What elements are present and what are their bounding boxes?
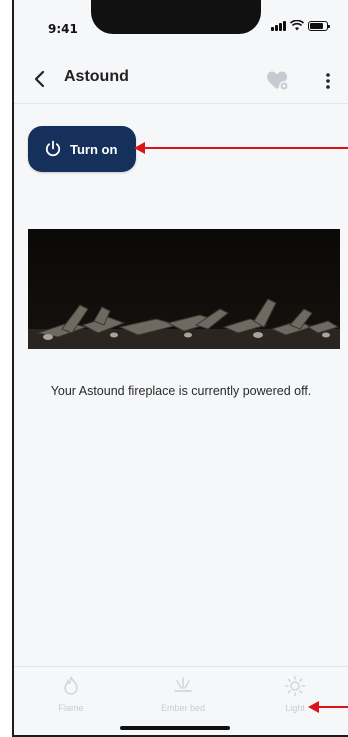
turn-on-label: Turn on	[70, 141, 118, 157]
tab-ember-bed-label: Ember bed	[160, 703, 206, 713]
chevron-left-icon[interactable]	[32, 68, 48, 90]
power-status-message: Your Astound fireplace is currently powe…	[50, 384, 312, 398]
turn-on-button[interactable]: Turn on	[28, 126, 136, 172]
ember-bed-icon	[174, 677, 192, 692]
annotation-arrow-light	[308, 701, 348, 713]
tab-flame[interactable]: Flame	[26, 675, 116, 713]
sun-icon	[284, 675, 306, 697]
fireplace-logs-image	[28, 229, 340, 349]
power-icon	[45, 140, 61, 157]
notch	[91, 0, 261, 34]
fireplace-logs-graphic	[28, 229, 340, 349]
page-title: Astound	[64, 68, 129, 85]
status-icons	[271, 20, 330, 31]
heart-settings-icon[interactable]	[266, 70, 290, 92]
wifi-icon	[290, 20, 304, 31]
annotation-arrow-power	[134, 142, 348, 154]
tab-light-label: Light	[285, 703, 305, 713]
vertical-dots-icon[interactable]	[323, 70, 333, 92]
signal-icon	[271, 20, 286, 31]
phone-screen: 9:41 Astound Turn on Your Astound firepl…	[12, 0, 348, 737]
home-indicator	[120, 726, 230, 730]
tab-ember-bed[interactable]: Ember bed	[138, 675, 228, 713]
status-time: 9:41	[48, 22, 78, 36]
app-header: Astound	[14, 56, 348, 104]
battery-icon	[308, 20, 330, 31]
tab-flame-label: Flame	[58, 703, 84, 713]
flame-icon	[64, 675, 78, 695]
